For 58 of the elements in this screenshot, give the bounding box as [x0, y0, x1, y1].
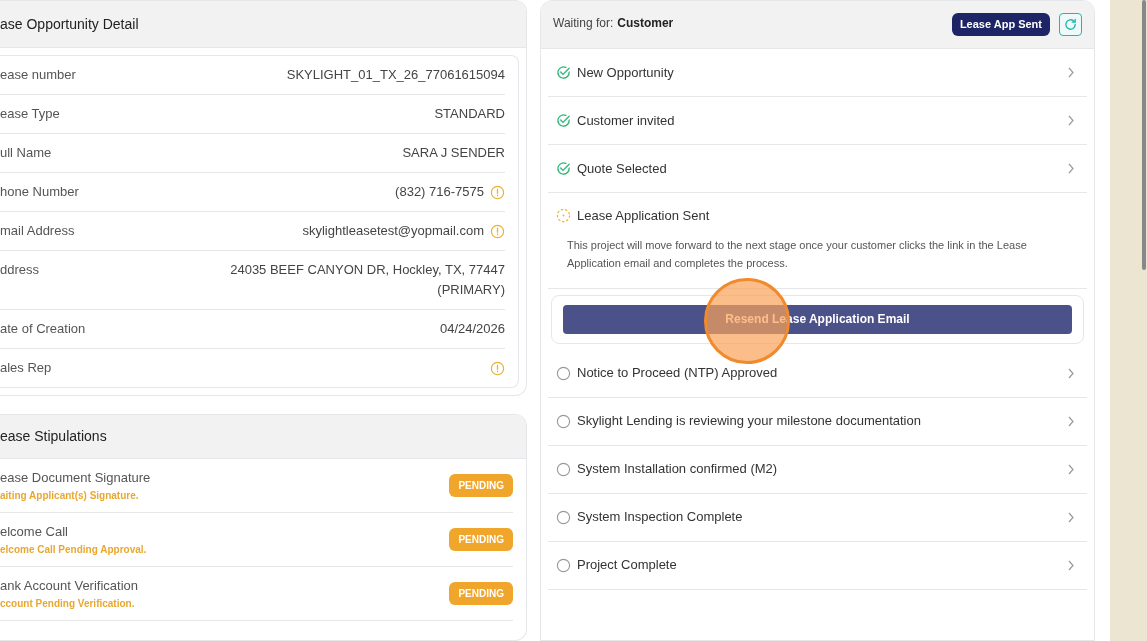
stipulation-note: aiting Applicant(s) Signature. — [0, 488, 140, 503]
chevron-right-icon — [1067, 511, 1075, 523]
chevron-right-icon — [1067, 163, 1075, 174]
field-value: STANDARD — [434, 105, 505, 123]
stipulation-title: ank Account Verification — [0, 577, 139, 596]
step-description: This project will move forward to the next stage once your customer clicks the link in the Lease Application email and completes the process. — [566, 237, 1028, 271]
field-label: ate of Creation — [0, 320, 86, 338]
field-label: ease number — [0, 66, 76, 84]
field-value: SARA J SENDER — [402, 144, 505, 162]
step-row[interactable]: Skylight Lending is reviewing your milestone documentation — [548, 397, 1087, 446]
empty-circle-icon — [556, 365, 571, 381]
stipulation-title: ease Document Signature — [0, 469, 151, 488]
chevron-right-icon — [1067, 559, 1075, 571]
empty-circle-icon — [556, 509, 571, 525]
empty-circle-icon — [556, 461, 571, 477]
field-label: ease Type — [0, 105, 60, 123]
stipulation-note: ccount Pending Verification. — [0, 596, 136, 611]
field-label: mail Address — [0, 222, 75, 240]
field-value: skylightleasetest@yopmail.com — [302, 222, 484, 240]
empty-circle-icon — [556, 557, 571, 573]
refresh-icon — [1063, 17, 1078, 32]
check-circle-icon — [556, 161, 571, 176]
step-row[interactable]: Customer invited — [548, 97, 1087, 145]
field-value: 04/24/2026 — [439, 320, 505, 338]
field-label: ales Rep — [0, 359, 52, 377]
chevron-right-icon — [1067, 463, 1075, 475]
check-circle-icon — [556, 113, 571, 128]
chevron-right-icon — [1067, 115, 1075, 126]
field-value: (832) 716-7575 — [395, 183, 484, 201]
waiting-for-value: Customer — [617, 15, 674, 32]
empty-circle-icon — [556, 413, 571, 429]
step-row[interactable]: Quote Selected — [548, 145, 1087, 193]
chevron-right-icon — [1067, 415, 1075, 427]
field-label: ull Name — [0, 144, 52, 162]
check-circle-icon — [556, 65, 571, 80]
stipulation-note: elcome Call Pending Approval. — [0, 542, 147, 557]
step-row[interactable]: System Installation confirmed (M2) — [548, 445, 1087, 494]
field-label: hone Number — [0, 183, 79, 201]
step-label: Lease Application Sent — [577, 207, 710, 225]
stipulation-title: elcome Call — [0, 523, 69, 542]
status-badge: PENDING — [449, 582, 513, 605]
waiting-label: Waiting for: — [553, 15, 614, 32]
chevron-right-icon — [1067, 367, 1075, 379]
field-value: 24035 BEEF CANYON DR, Hockley, TX, 77447 (PRIMARY) — [229, 261, 505, 299]
step-row[interactable]: System Inspection Complete — [548, 493, 1087, 542]
refresh-button[interactable] — [1059, 13, 1082, 36]
status-badge: PENDING — [449, 528, 513, 551]
scrollbar-thumb[interactable] — [1142, 0, 1146, 270]
field-label: ddress — [0, 261, 40, 279]
panel-title: ease Stipulations — [0, 427, 107, 446]
step-row[interactable]: New Opportunity — [548, 49, 1087, 97]
status-badge: PENDING — [449, 474, 513, 497]
chevron-right-icon — [1067, 67, 1075, 78]
panel-title: ase Opportunity Detail — [0, 14, 139, 34]
step-row[interactable]: Project Complete — [548, 541, 1087, 590]
status-badge: Lease App Sent — [951, 13, 1050, 36]
dashed-circle-icon — [556, 208, 571, 224]
field-value: SKYLIGHT_01_TX_26_77061615094 — [286, 66, 505, 84]
